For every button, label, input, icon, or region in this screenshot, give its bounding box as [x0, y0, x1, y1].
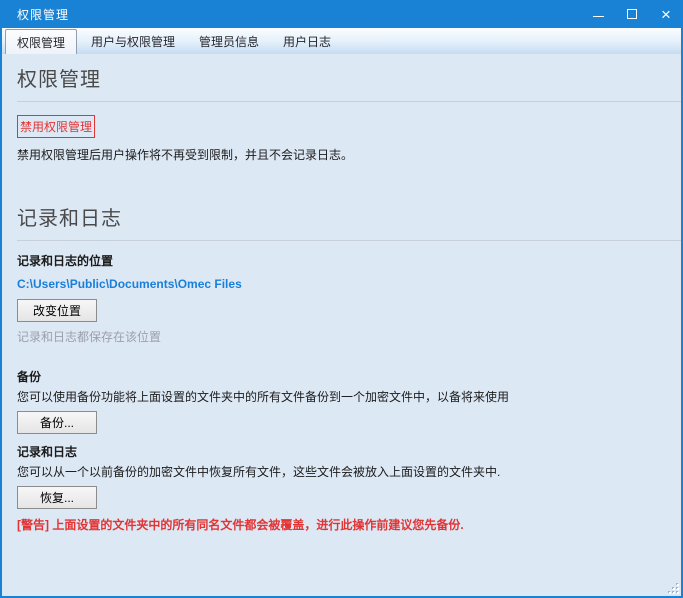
restore-description: 您可以从一个以前备份的加密文件中恢复所有文件，这些文件会被放入上面设置的文件夹中… — [17, 465, 681, 480]
restore-warning: [警告] 上面设置的文件夹中的所有同名文件都会被覆盖，进行此操作前建议您先备份. — [17, 516, 681, 533]
change-location-button[interactable]: 改变位置 — [17, 299, 97, 322]
grip-dots-icon — [668, 583, 679, 594]
close-icon: × — [661, 6, 671, 23]
restore-label: 记录和日志 — [17, 443, 681, 460]
tab-bar: 权限管理 用户与权限管理 管理员信息 用户日志 — [2, 28, 681, 54]
tab-page-content: 权限管理 禁用权限管理 禁用权限管理后用户操作将不再受到限制，并且不会记录日志。… — [2, 54, 681, 596]
tab-user-permission-management[interactable]: 用户与权限管理 — [79, 28, 187, 54]
tab-user-log[interactable]: 用户日志 — [271, 28, 343, 54]
tab-admin-info[interactable]: 管理员信息 — [187, 28, 271, 54]
divider — [17, 240, 681, 241]
maximize-icon — [627, 9, 637, 19]
resize-grip[interactable] — [666, 581, 680, 595]
restore-button[interactable]: 恢复... — [17, 486, 97, 509]
disable-permission-link[interactable]: 禁用权限管理 — [17, 115, 95, 138]
backup-label: 备份 — [17, 368, 681, 385]
tab-permission-management[interactable]: 权限管理 — [5, 29, 77, 54]
permission-section-heading: 权限管理 — [17, 63, 681, 92]
minimize-button[interactable] — [581, 0, 615, 28]
log-location-label: 记录和日志的位置 — [17, 252, 681, 269]
divider — [17, 101, 681, 102]
log-location-path-link[interactable]: C:\Users\Public\Documents\Omec Files — [17, 277, 242, 291]
backup-description: 您可以使用备份功能将上面设置的文件夹中的所有文件备份到一个加密文件中，以备将来使… — [17, 390, 681, 405]
backup-button[interactable]: 备份... — [17, 411, 97, 434]
titlebar: 权限管理 × — [0, 0, 683, 28]
logs-section-heading: 记录和日志 — [17, 202, 681, 231]
window-controls: × — [581, 0, 683, 28]
log-location-note: 记录和日志都保存在该位置 — [17, 328, 681, 345]
window-title: 权限管理 — [0, 6, 69, 23]
close-button[interactable]: × — [649, 0, 683, 28]
minimize-icon — [593, 16, 604, 17]
disable-permission-description: 禁用权限管理后用户操作将不再受到限制，并且不会记录日志。 — [17, 148, 681, 163]
maximize-button[interactable] — [615, 0, 649, 28]
app-window: 权限管理 × 权限管理 用户与权限管理 管理员信息 用户日志 权限管理 禁用权限… — [0, 0, 683, 598]
